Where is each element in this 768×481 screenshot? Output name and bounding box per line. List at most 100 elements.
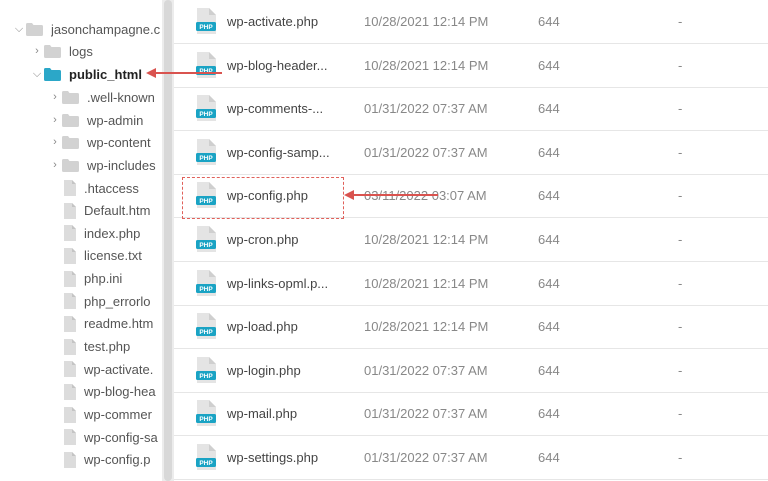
tree-item-folder[interactable]: › wp-includes: [48, 154, 156, 176]
php-file-icon: PHP: [196, 313, 216, 340]
tree-item-file[interactable]: php_errorlo: [64, 290, 151, 312]
file-date: 10/28/2021 12:14 PM: [364, 232, 489, 247]
file-icon: [64, 338, 76, 355]
tree-item-file[interactable]: .htaccess: [64, 177, 139, 199]
chevron-right-icon[interactable]: ›: [48, 91, 62, 103]
file-row[interactable]: PHP wp-mail.php 01/31/2022 07:37 AM 644 -: [174, 392, 768, 437]
file-size: -: [678, 57, 683, 73]
php-file-icon: PHP: [196, 400, 216, 427]
file-row[interactable]: PHP wp-cron.php 10/28/2021 12:14 PM 644 -: [174, 218, 768, 262]
tree-item-label: wp-admin: [87, 112, 144, 128]
php-badge-label: PHP: [199, 242, 213, 249]
file-date: 01/31/2022 07:37 AM: [364, 450, 488, 465]
php-badge-label: PHP: [199, 286, 213, 293]
chevron-right-icon[interactable]: ›: [48, 114, 62, 126]
tree-item-file[interactable]: wp-config-sa: [64, 426, 158, 448]
file-row[interactable]: PHP wp-load.php 10/28/2021 12:14 PM 644 -: [174, 305, 768, 350]
php-file-icon: PHP: [196, 269, 216, 296]
file-row[interactable]: PHP wp-activate.php 10/28/2021 12:14 PM 644…: [174, 0, 768, 44]
file-permissions: 644: [538, 101, 560, 117]
chevron-down-icon[interactable]: ⌵: [30, 68, 44, 81]
file-permissions: 644: [538, 406, 560, 422]
folder-icon: [62, 158, 79, 172]
tree-item-public-html[interactable]: ⌵ public_html: [30, 63, 142, 85]
file-permissions: 644: [538, 450, 560, 465]
file-name: wp-settings.php: [227, 450, 319, 465]
file-date: 10/28/2021 12:14 PM: [364, 57, 489, 73]
folder-icon: [62, 90, 79, 104]
file-row[interactable]: PHP wp-config-samp... 01/31/2022 07:37 AM 6…: [174, 131, 768, 175]
file-permissions: 644: [538, 188, 560, 204]
folder-icon: [44, 44, 61, 58]
file-size: -: [678, 406, 683, 422]
php-file-icon: PHP: [196, 8, 216, 34]
tree-item-folder[interactable]: › .well-known: [48, 86, 155, 108]
tree-item-file[interactable]: readme.htm: [64, 313, 153, 335]
folder-icon: [62, 113, 79, 127]
file-size: -: [678, 144, 683, 160]
tree-item-label: wp-commer: [84, 407, 152, 422]
tree-item-label: index.php: [84, 225, 141, 241]
tree-item-file[interactable]: test.php: [64, 336, 130, 358]
tree-item-label: wp-blog-hea: [84, 384, 156, 400]
file-size: -: [678, 14, 683, 29]
tree-item-label: wp-config-sa: [84, 429, 158, 445]
file-permissions: 644: [538, 319, 560, 335]
tree-item-root[interactable]: ⌵ jasonchampagne.c: [12, 18, 160, 40]
file-row[interactable]: PHP wp-settings.php 01/31/2022 07:37 AM 644…: [174, 436, 768, 480]
tree-item-file[interactable]: php.ini: [64, 268, 122, 290]
file-row[interactable]: PHP wp-links-opml.p... 10/28/2021 12:14 PM…: [174, 262, 768, 306]
file-icon: [64, 180, 76, 196]
tree-item-label: logs: [69, 43, 93, 59]
chevron-right-icon[interactable]: ›: [48, 136, 62, 148]
file-name: wp-blog-header...: [227, 57, 328, 73]
tree-item-label: php.ini: [84, 271, 123, 287]
php-file-icon: PHP: [196, 138, 216, 165]
file-icon: [64, 451, 76, 468]
tree-item-file[interactable]: wp-blog-hea: [64, 381, 156, 403]
tree-item-file[interactable]: wp-commer: [64, 404, 152, 426]
chevron-down-icon[interactable]: ⌵: [12, 23, 26, 36]
tree-item-folder[interactable]: › wp-content: [48, 131, 150, 153]
chevron-right-icon[interactable]: ›: [48, 159, 62, 171]
file-date: 10/28/2021 12:14 PM: [364, 275, 489, 291]
file-permissions: 644: [538, 275, 560, 291]
tree-item-file[interactable]: Default.htm: [64, 200, 150, 222]
file-row[interactable]: PHP wp-blog-header... 10/28/2021 12:14 PM 6…: [174, 44, 768, 88]
file-permissions: 644: [538, 144, 560, 160]
file-size: -: [678, 101, 683, 117]
tree-item-file[interactable]: license.txt: [64, 245, 142, 267]
file-date: 01/31/2022 07:37 AM: [364, 144, 488, 160]
file-icon: [64, 315, 76, 332]
annotation-arrow: [344, 190, 438, 200]
tree-item-logs[interactable]: › logs: [30, 40, 93, 62]
file-row[interactable]: PHP wp-login.php 01/31/2022 07:37 AM 644 -: [174, 349, 768, 393]
file-name: wp-config-samp...: [227, 144, 330, 160]
folder-tree: ⌵ jasonchampagne.c › logs ⌵ public_html …: [0, 0, 160, 481]
tree-item-file[interactable]: wp-config.p: [64, 449, 150, 471]
tree-item-label: wp-includes: [87, 157, 156, 173]
php-badge-label: PHP: [199, 460, 213, 467]
php-file-icon: PHP: [196, 226, 216, 252]
php-badge-label: PHP: [199, 24, 213, 31]
php-badge-label: PHP: [199, 329, 213, 336]
file-size: -: [678, 450, 683, 465]
chevron-right-icon[interactable]: ›: [30, 45, 44, 57]
tree-item-file[interactable]: index.php: [64, 222, 140, 244]
tree-item-label: .well-known: [87, 89, 155, 105]
file-row[interactable]: PHP wp-comments-... 01/31/2022 07:37 AM 644…: [174, 87, 768, 132]
file-name: wp-cron.php: [227, 232, 299, 247]
tree-item-file[interactable]: wp-activate.: [64, 358, 153, 380]
file-permissions: 644: [538, 57, 560, 73]
file-icon: [64, 429, 76, 446]
file-size: -: [678, 188, 683, 204]
file-size: -: [678, 232, 683, 247]
tree-item-label: readme.htm: [84, 316, 154, 332]
file-list: PHP wp-activate.php 10/28/2021 12:14 PM 644…: [174, 0, 768, 481]
file-icon: [64, 225, 76, 242]
file-date: 01/31/2022 07:37 AM: [364, 406, 488, 422]
tree-item-folder[interactable]: › wp-admin: [48, 109, 143, 131]
file-size: -: [678, 362, 683, 378]
file-date: 10/28/2021 12:14 PM: [364, 14, 489, 29]
tree-item-label: wp-config.p: [84, 452, 151, 468]
